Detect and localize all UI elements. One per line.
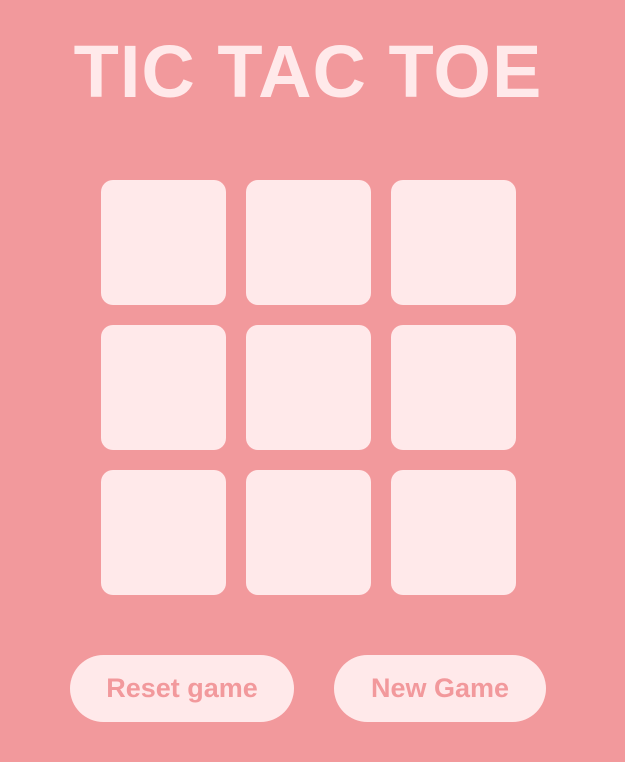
game-board (101, 180, 516, 595)
reset-game-button[interactable]: Reset game (70, 655, 294, 722)
board-cell-6[interactable] (391, 325, 516, 450)
board-cell-5[interactable] (246, 325, 371, 450)
board-cell-4[interactable] (101, 325, 226, 450)
board-cell-3[interactable] (391, 180, 516, 305)
board-cell-8[interactable] (246, 470, 371, 595)
board-cell-2[interactable] (246, 180, 371, 305)
board-cell-7[interactable] (101, 470, 226, 595)
board-cell-1[interactable] (101, 180, 226, 305)
new-game-button[interactable]: New Game (334, 655, 546, 722)
game-title: TIC TAC TOE (73, 30, 543, 113)
board-cell-9[interactable] (391, 470, 516, 595)
